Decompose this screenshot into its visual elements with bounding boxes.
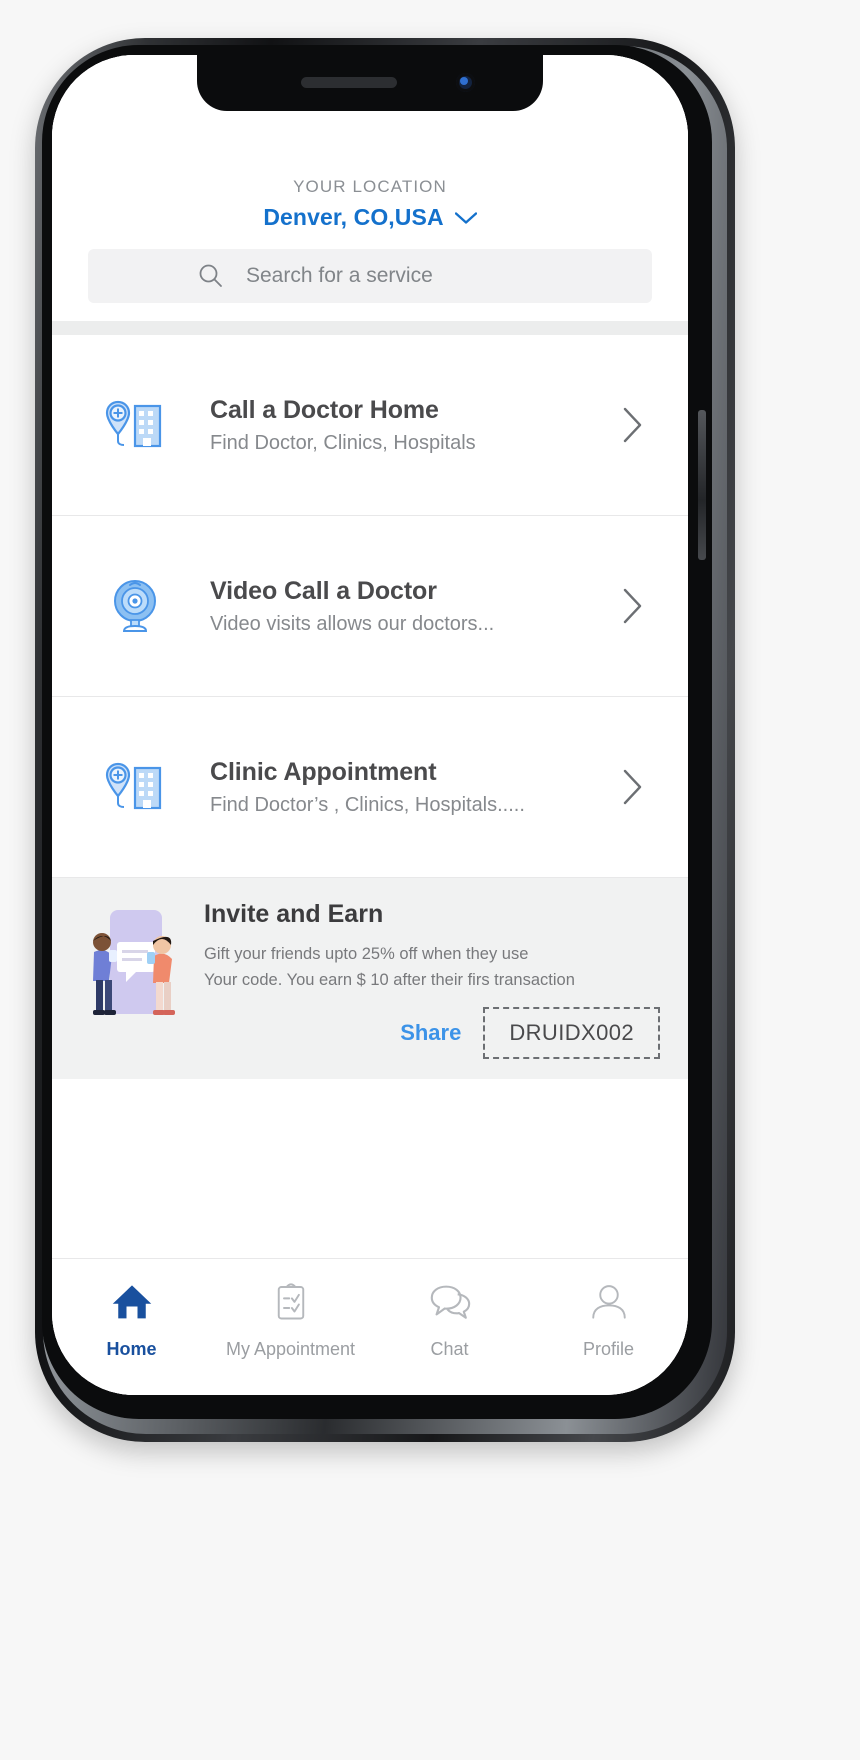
service-text-block: Call a Doctor Home Find Doctor, Clinics,… (210, 396, 622, 455)
tab-home[interactable]: Home (52, 1277, 211, 1360)
share-button[interactable]: Share (400, 1020, 461, 1046)
service-subtitle: Video visits allows our doctors... (210, 612, 495, 635)
service-item-call-a-doctor-home[interactable]: Call a Doctor Home Find Doctor, Clinics,… (52, 335, 688, 516)
tab-my-appointment[interactable]: My Appointment (211, 1277, 370, 1360)
tab-label: Profile (582, 1339, 635, 1359)
chevron-down-icon (454, 211, 477, 224)
service-item-video-call-a-doctor[interactable]: Video Call a Doctor Video visits allows … (52, 516, 688, 697)
clipboard-checklist-icon (267, 1277, 315, 1325)
service-item-clinic-appointment[interactable]: Clinic Appointment Find Doctor’s , Clini… (52, 697, 688, 878)
service-title: Clinic Appointment (210, 757, 437, 786)
hospital-location-pin-icon (102, 392, 168, 458)
power-button[interactable] (698, 410, 706, 560)
device-notch (197, 55, 543, 111)
location-selector[interactable]: Denver, CO,USA (52, 204, 688, 231)
tab-label: Home (106, 1339, 157, 1359)
content-filler (52, 1079, 688, 1259)
user-profile-icon (585, 1277, 633, 1325)
search-input[interactable] (244, 263, 578, 289)
section-divider-strip (52, 321, 688, 335)
search-section (52, 231, 688, 303)
service-text-block: Clinic Appointment Find Doctor’s , Clini… (210, 758, 622, 817)
invite-title: Invite and Earn (204, 900, 384, 928)
service-title: Video Call a Doctor (210, 576, 437, 605)
tab-label: My Appointment (225, 1339, 356, 1359)
location-value: Denver, CO,USA (263, 204, 444, 230)
service-list: Call a Doctor Home Find Doctor, Clinics,… (52, 335, 688, 878)
service-subtitle: Find Doctor’s , Clinics, Hospitals..... (210, 793, 525, 816)
app-content: YOUR LOCATION Denver, CO,USA Search for … (52, 55, 688, 1395)
search-bar[interactable] (88, 249, 652, 303)
chevron-right-icon[interactable] (622, 768, 644, 806)
invite-and-earn-banner: Invite and Earn Gift your friends upto 2… (52, 878, 688, 1080)
front-camera-icon (456, 73, 475, 92)
invite-body: Invite and Earn Gift your friends upto 2… (204, 900, 660, 1060)
screenshot-stage: YOUR LOCATION Denver, CO,USA Search for … (0, 0, 860, 1760)
phone-screen: YOUR LOCATION Denver, CO,USA Search for … (52, 55, 688, 1395)
service-title: Call a Doctor Home (210, 395, 439, 424)
tab-label: Chat (430, 1339, 469, 1359)
invite-actions: Share DRUIDX002 (204, 1007, 660, 1060)
tab-profile[interactable]: Profile (529, 1277, 688, 1360)
phone-device-frame: YOUR LOCATION Denver, CO,USA Search for … (35, 38, 735, 1442)
chevron-right-icon[interactable] (622, 587, 644, 625)
hospital-location-pin-icon (102, 754, 168, 820)
service-subtitle: Find Doctor, Clinics, Hospitals (210, 431, 476, 454)
search-icon (199, 264, 222, 287)
home-icon (108, 1277, 156, 1325)
tab-chat[interactable]: Chat (370, 1277, 529, 1360)
earpiece-speaker (301, 77, 397, 88)
bottom-tab-bar: Home My Appointment Chat Profile (52, 1259, 688, 1395)
invite-description-line-2: Your code. You earn $ 10 after their fir… (204, 970, 575, 989)
webcam-icon (102, 573, 168, 639)
chevron-right-icon[interactable] (622, 406, 644, 444)
location-label: YOUR LOCATION (293, 177, 447, 196)
invite-friends-illustration (76, 900, 188, 1059)
promo-code-badge[interactable]: DRUIDX002 (483, 1007, 660, 1060)
chat-bubbles-icon (426, 1277, 474, 1325)
invite-description-line-1: Gift your friends upto 25% off when they… (204, 945, 529, 963)
service-text-block: Video Call a Doctor Video visits allows … (210, 577, 622, 636)
